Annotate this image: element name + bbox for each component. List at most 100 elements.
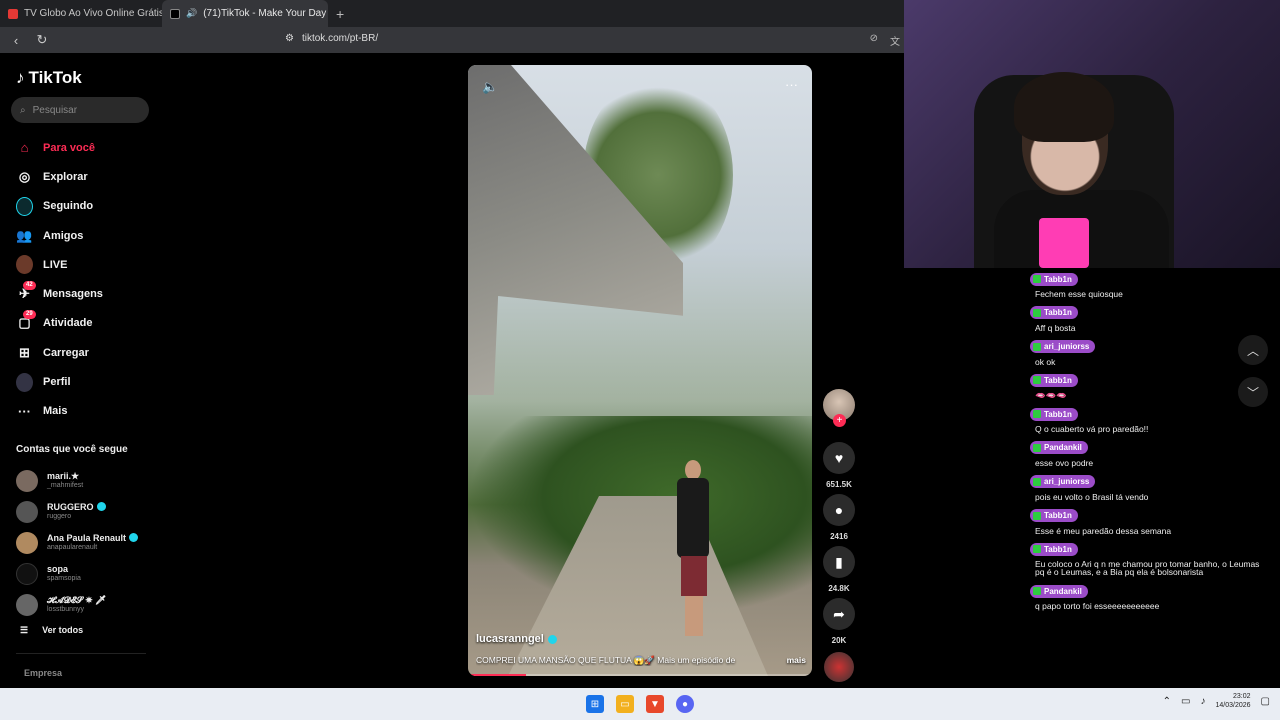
- next-video-button[interactable]: ﹀: [1238, 377, 1268, 407]
- account-username: losstbunnyy: [47, 605, 84, 613]
- account-username: spamsopia: [47, 574, 81, 582]
- sidebar-item-label: Seguindo: [43, 200, 94, 213]
- upload-icon: ⊞: [19, 344, 30, 360]
- sidebar-item-seguindo[interactable]: Seguindo: [16, 192, 103, 221]
- browser-tab-strip: TV Globo Ao Vivo Online Grátis | Ass 🔊 (…: [0, 0, 904, 27]
- following-list: marii.★ _mahmifest RUGGERO ruggero Ana P…: [16, 465, 139, 620]
- avatar: [16, 593, 38, 616]
- video-author[interactable]: lucasranngel: [476, 633, 557, 645]
- network-icon[interactable]: ▭: [1181, 696, 1190, 707]
- search-input[interactable]: [32, 104, 133, 116]
- chat-badge-icon: [1033, 275, 1041, 283]
- browser-tab-tiktok[interactable]: 🔊 (71)TikTok - Make Your Day ✕: [162, 0, 328, 27]
- account-username: ruggero: [47, 512, 72, 520]
- chat-username: Tabb1n: [1044, 375, 1072, 385]
- video-progress-bar[interactable]: [468, 674, 812, 676]
- chat-username: Pandankil: [1044, 586, 1082, 596]
- like-button[interactable]: ♥: [823, 442, 855, 474]
- translate-icon[interactable]: 文: [890, 33, 900, 48]
- music-disc-icon[interactable]: [824, 652, 854, 682]
- tiktok-logo[interactable]: ♪ TikTok: [16, 68, 82, 88]
- notification-icon[interactable]: ▢: [1261, 696, 1270, 707]
- system-clock[interactable]: 23:02 14/03/2026: [1216, 692, 1251, 710]
- sidebar-item-atividade[interactable]: ▢ 29 Atividade: [16, 309, 103, 338]
- site-info-icon[interactable]: ⚙: [285, 33, 294, 44]
- more-options-icon[interactable]: ···: [785, 77, 798, 92]
- caption-text: COMPREI UMA MANSÃO QUE FLUTUA 😱🚀 Mais um…: [476, 655, 736, 665]
- friends-icon: 👥: [16, 227, 33, 243]
- comment-count: 2416: [830, 532, 848, 541]
- discord-icon[interactable]: ●: [676, 695, 694, 713]
- chat-text: Esse é meu paredão dessa semana: [1035, 525, 1172, 536]
- avatar: [16, 531, 38, 554]
- tray-chevron-up-icon[interactable]: ⌃: [1163, 696, 1171, 707]
- sidebar-item-para-voce[interactable]: ⌂ Para você: [16, 133, 103, 162]
- reader-mode-icon[interactable]: ⊘: [870, 33, 878, 48]
- sidebar-item-explorar[interactable]: ◎ Explorar: [16, 162, 103, 191]
- sidebar-item-label: Carregar: [43, 346, 89, 359]
- file-explorer-icon[interactable]: ▭: [616, 695, 634, 713]
- chat-text: 🫦🫦🫦: [1035, 390, 1067, 401]
- following-account-ana-paula[interactable]: Ana Paula Renault anapaularenault: [16, 527, 139, 558]
- chat-text: Eu coloco o Ari q n me chamou pro tomar …: [1035, 559, 1260, 578]
- save-button[interactable]: ▮: [823, 546, 855, 578]
- chat-message: Tabb1n 🫦🫦🫦: [1030, 369, 1260, 403]
- following-account-sopa[interactable]: sopa spamsopia: [16, 558, 138, 589]
- volume-icon[interactable]: 🔈: [482, 79, 498, 95]
- save-count: 24.8K: [828, 584, 850, 593]
- messages-badge: 42: [23, 280, 36, 290]
- sidebar-item-label: Mais: [43, 405, 68, 418]
- video-player[interactable]: 🔈 ··· lucasranngel COMPREI UMA MANSÃO QU…: [468, 65, 812, 676]
- account-username: anapaularenault: [47, 543, 98, 551]
- share-icon: ➦: [833, 605, 845, 622]
- follow-plus-icon[interactable]: +: [833, 414, 846, 427]
- chat-badge-icon: [1033, 342, 1041, 351]
- verified-icon: [547, 634, 557, 644]
- new-tab-button[interactable]: +: [336, 6, 344, 22]
- tiktok-sidebar: ♪ TikTok ⌕ ⌂ Para você ◎ Explorar Seguin…: [0, 53, 160, 688]
- comment-button[interactable]: ●: [823, 494, 855, 526]
- account-name: Ana Paula Renault: [47, 532, 127, 543]
- comment-icon: ●: [834, 502, 844, 518]
- search-box[interactable]: ⌕: [11, 97, 149, 123]
- browser-tab-globo[interactable]: TV Globo Ao Vivo Online Grátis | Ass: [0, 0, 162, 27]
- bookmark-icon: ▮: [835, 553, 843, 570]
- tab-title: TV Globo Ao Vivo Online Grátis | Ass: [24, 8, 162, 19]
- previous-video-button[interactable]: ︿: [1238, 335, 1268, 365]
- author-name: lucasranngel: [476, 633, 544, 645]
- brave-browser-icon[interactable]: ▼: [646, 695, 664, 713]
- footer-empresa-link[interactable]: Empresa: [24, 668, 62, 678]
- windows-start-icon[interactable]: ⊞: [586, 695, 604, 713]
- messages-icon: ✈ 42: [16, 280, 36, 303]
- sidebar-item-mensagens[interactable]: ✈ 42 Mensagens: [16, 279, 103, 308]
- chat-username: Tabb1n: [1044, 274, 1072, 284]
- chat-message: Tabb1n Esse é meu paredão dessa semana: [1030, 505, 1260, 539]
- following-account-hades[interactable]: 𝓗𝓐𝓓𝓔𝓢 ✵ 🗡 losstbunnyy: [16, 589, 138, 620]
- caption-more-button[interactable]: mais: [787, 655, 806, 666]
- share-count: 20K: [831, 636, 847, 645]
- reload-icon[interactable]: ↻: [32, 32, 52, 48]
- back-icon[interactable]: ‹: [6, 33, 26, 48]
- volume-tray-icon[interactable]: ♪: [1201, 696, 1206, 707]
- chat-badge-icon: [1033, 545, 1041, 554]
- chat-text: esse ovo podre: [1035, 457, 1094, 468]
- clock-time: 23:02: [1233, 693, 1251, 700]
- chat-text: Fechem esse quiosque: [1035, 289, 1123, 299]
- url-field[interactable]: ⚙ tiktok.com/pt-BR/: [285, 33, 378, 44]
- following-account-ruggero[interactable]: RUGGERO ruggero: [16, 496, 138, 527]
- chat-message: ari_juniorss ok ok: [1030, 336, 1260, 370]
- chat-username: Pandankil: [1044, 443, 1082, 453]
- following-account-marii[interactable]: marii.★ _mahmifest: [16, 465, 138, 496]
- sidebar-item-amigos[interactable]: 👥 Amigos: [16, 221, 103, 250]
- profile-icon: [16, 372, 33, 392]
- sidebar-item-carregar[interactable]: ⊞ Carregar: [16, 338, 103, 367]
- creator-avatar[interactable]: +: [823, 389, 855, 427]
- video-caption: COMPREI UMA MANSÃO QUE FLUTUA 😱🚀 Mais um…: [476, 655, 806, 666]
- sidebar-item-mais[interactable]: ··· Mais: [16, 397, 103, 426]
- see-all-button[interactable]: ☰ Ver todos: [20, 625, 83, 636]
- account-name: 𝓗𝓐𝓓𝓔𝓢 ✵ 🗡: [47, 594, 107, 605]
- sidebar-item-live[interactable]: LIVE: [16, 250, 103, 279]
- chat-message: Pandankil q papo torto foi esseeeeeeeeee…: [1030, 580, 1260, 614]
- sidebar-item-perfil[interactable]: Perfil: [16, 367, 103, 396]
- share-button[interactable]: ➦: [823, 598, 855, 630]
